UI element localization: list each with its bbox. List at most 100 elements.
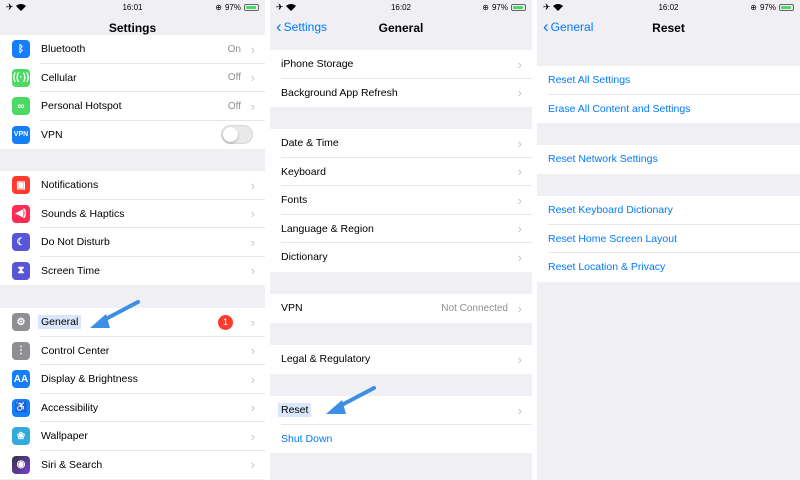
- row-label: Reset Network Settings: [548, 153, 658, 166]
- speaker-icon: ◀): [12, 204, 30, 223]
- general-row-language-region[interactable]: Language & Region ›: [270, 215, 532, 244]
- general-row-iphone-storage[interactable]: iPhone Storage ›: [270, 50, 532, 79]
- row-label: Personal Hotspot: [41, 100, 122, 113]
- chevron-right-icon: ›: [250, 98, 255, 114]
- row-label: Keyboard: [281, 165, 326, 178]
- row-label: Reset All Settings: [548, 74, 631, 87]
- settings-row-screen-time[interactable]: ⧗ Screen Time ›: [0, 257, 265, 286]
- general-row-keyboard[interactable]: Keyboard ›: [270, 158, 532, 187]
- location-icon: ⊕: [482, 3, 489, 12]
- row-label: Display & Brightness: [41, 373, 138, 386]
- reset-row-keyboard-dictionary[interactable]: Reset Keyboard Dictionary: [537, 196, 800, 225]
- row-label: Fonts: [281, 194, 308, 207]
- reset-group-other: Reset Keyboard Dictionary Reset Home Scr…: [537, 196, 800, 282]
- row-label: Cellular: [41, 71, 77, 84]
- chevron-right-icon: ›: [250, 400, 255, 416]
- settings-row-cellular[interactable]: ((·)) Cellular Off ›: [0, 64, 265, 93]
- settings-row-sounds[interactable]: ◀) Sounds & Haptics ›: [0, 200, 265, 229]
- settings-row-do-not-disturb[interactable]: ☾ Do Not Disturb ›: [0, 228, 265, 257]
- row-label: Screen Time: [41, 264, 100, 277]
- row-label: Language & Region: [281, 222, 374, 235]
- notification-badge: 1: [218, 314, 233, 330]
- settings-row-vpn: VPN VPN: [0, 121, 265, 150]
- row-label: Reset Keyboard Dictionary: [548, 204, 673, 217]
- settings-row-accessibility[interactable]: ♿ Accessibility ›: [0, 394, 265, 423]
- row-value: On: [227, 43, 241, 55]
- row-label: Wallpaper: [41, 430, 88, 443]
- row-label: Siri & Search: [41, 458, 103, 471]
- general-row-background-refresh[interactable]: Background App Refresh ›: [270, 79, 532, 108]
- settings-group-connectivity: ᛒ Bluetooth On › ((·)) Cellular Off › ∞ …: [0, 35, 265, 149]
- chevron-right-icon: ›: [250, 457, 255, 473]
- reset-row-erase-all[interactable]: Erase All Content and Settings: [537, 95, 800, 124]
- general-row-dictionary[interactable]: Dictionary ›: [270, 243, 532, 272]
- nav-bar: ‹ General Reset: [537, 16, 800, 42]
- general-row-fonts[interactable]: Fonts ›: [270, 186, 532, 215]
- reset-row-all-settings[interactable]: Reset All Settings: [537, 66, 800, 95]
- row-label: Date & Time: [281, 137, 339, 150]
- chevron-right-icon: ›: [517, 249, 522, 265]
- page-title: Reset: [652, 21, 685, 35]
- row-label: Erase All Content and Settings: [548, 102, 691, 115]
- row-label: Reset: [278, 403, 312, 418]
- general-group-vpn: VPN Not Connected ›: [270, 294, 532, 323]
- hourglass-icon: ⧗: [12, 261, 30, 280]
- general-group-reset: Reset › Shut Down: [270, 396, 532, 453]
- general-group-storage: iPhone Storage › Background App Refresh …: [270, 50, 532, 107]
- status-bar: ✈ 16:02 ⊕ 97%: [537, 0, 800, 16]
- row-value: Off: [227, 100, 241, 112]
- settings-row-personal-hotspot[interactable]: ∞ Personal Hotspot Off ›: [0, 92, 265, 121]
- row-label: iPhone Storage: [281, 58, 354, 71]
- row-label: Sounds & Haptics: [41, 207, 125, 220]
- row-label: Do Not Disturb: [41, 236, 110, 249]
- bluetooth-icon: ᛒ: [12, 40, 30, 59]
- settings-row-wallpaper[interactable]: ❀ Wallpaper ›: [0, 422, 265, 451]
- general-row-vpn[interactable]: VPN Not Connected ›: [270, 294, 532, 323]
- chevron-right-icon: ›: [250, 343, 255, 359]
- reset-group-network: Reset Network Settings: [537, 145, 800, 174]
- vpn-icon: VPN: [12, 125, 30, 144]
- reset-row-home-screen[interactable]: Reset Home Screen Layout: [537, 225, 800, 254]
- settings-row-display[interactable]: AA Display & Brightness ›: [0, 365, 265, 394]
- row-label: VPN: [41, 128, 63, 141]
- row-label: Legal & Regulatory: [281, 353, 371, 366]
- row-label: VPN: [281, 302, 303, 315]
- chevron-right-icon: ›: [250, 263, 255, 279]
- battery-percent: 97%: [491, 3, 508, 12]
- chevron-right-icon: ›: [517, 351, 522, 367]
- settings-row-control-center[interactable]: ⋮ Control Center ›: [0, 337, 265, 366]
- settings-group-general: ⚙ General 1 › ⋮ Control Center › AA Disp…: [0, 308, 265, 479]
- page-title: General: [378, 21, 424, 35]
- wallpaper-icon: ❀: [12, 427, 30, 446]
- general-row-reset[interactable]: Reset ›: [270, 396, 532, 425]
- vpn-toggle[interactable]: [221, 125, 253, 145]
- chevron-right-icon: ›: [250, 41, 255, 57]
- row-label: Shut Down: [281, 432, 333, 445]
- notifications-icon: ▣: [12, 176, 30, 195]
- settings-row-notifications[interactable]: ▣ Notifications ›: [0, 171, 265, 200]
- chevron-right-icon: ›: [250, 234, 255, 250]
- general-panel: ✈ 16:02 ⊕ 97% ‹ Settings General iPhone St…: [270, 0, 532, 480]
- battery-icon: [779, 4, 794, 11]
- reset-row-network[interactable]: Reset Network Settings: [537, 145, 800, 174]
- settings-row-bluetooth[interactable]: ᛒ Bluetooth On ›: [0, 35, 265, 64]
- reset-row-location-privacy[interactable]: Reset Location & Privacy: [537, 253, 800, 282]
- settings-row-siri[interactable]: ◉ Siri & Search ›: [0, 451, 265, 480]
- chevron-right-icon: ›: [517, 135, 522, 151]
- siri-icon: ◉: [12, 455, 30, 474]
- battery-icon: [244, 4, 259, 11]
- page-title: Settings: [108, 21, 157, 35]
- settings-panel: ✈ 16:01 ⊕ 97% Settings ᛒ Bluetooth On › (…: [0, 0, 265, 480]
- general-row-shut-down[interactable]: Shut Down: [270, 425, 532, 454]
- settings-row-general[interactable]: ⚙ General 1 ›: [0, 308, 265, 337]
- chevron-right-icon: ›: [517, 56, 522, 72]
- status-bar: ✈ 16:01 ⊕ 97%: [0, 0, 265, 16]
- row-label: Bluetooth: [41, 43, 86, 56]
- row-label: Notifications: [41, 179, 99, 192]
- general-row-date-time[interactable]: Date & Time ›: [270, 129, 532, 158]
- location-icon: ⊕: [215, 3, 222, 12]
- gear-icon: ⚙: [12, 313, 30, 332]
- row-label: Control Center: [41, 344, 110, 357]
- general-row-legal[interactable]: Legal & Regulatory ›: [270, 345, 532, 374]
- settings-group-notifications: ▣ Notifications › ◀) Sounds & Haptics › …: [0, 171, 265, 285]
